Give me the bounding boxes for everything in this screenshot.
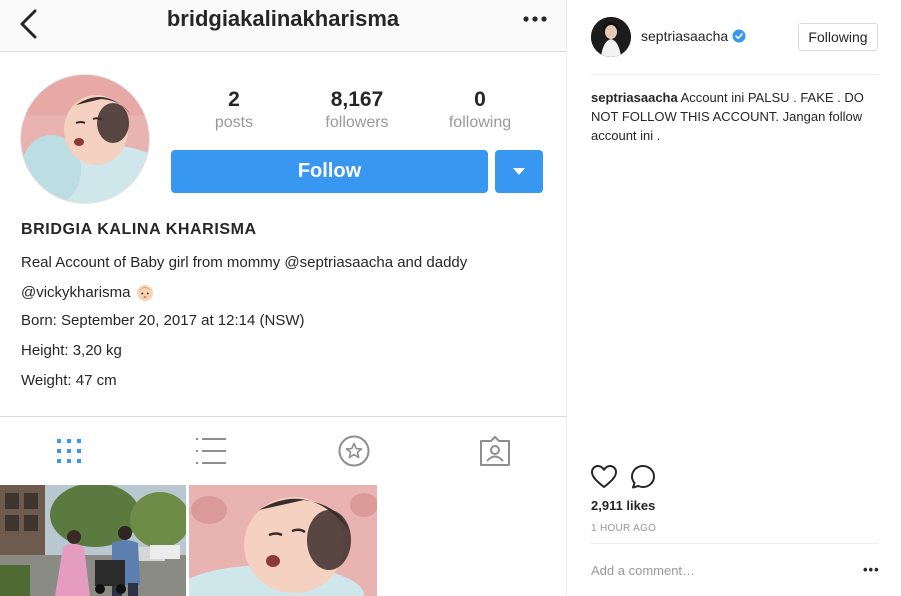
profile-full-name: BRIDGIA KALINA KHARISMA [21,221,257,238]
tab-tagged[interactable] [479,435,511,467]
caption-username[interactable]: septriasaacha [591,90,678,105]
comment-button[interactable] [630,464,656,490]
profile-screenshot: bridgiakalinakharisma 2 posts 8,167 foll… [0,0,566,596]
divider [591,74,879,75]
followers-count: 8,167 [330,88,384,111]
list-icon [196,438,226,464]
posts-label: posts [214,114,254,131]
dropdown-arrow-icon [513,167,525,175]
posts-count: 2 [228,88,240,111]
bio-mention-link[interactable]: @vickykharisma [21,283,130,303]
heart-icon [591,465,617,488]
tagged-icon [480,436,510,466]
profile-top-bar: bridgiakalinakharisma [0,0,566,52]
profile-username-title: bridgiakalinakharisma [166,6,400,31]
bio-line-mention: @vickykharisma [21,283,154,303]
post-timestamp: 1 HOUR AGO [591,523,657,534]
more-options-button[interactable] [520,6,550,32]
more-dots-icon [523,16,547,22]
post-caption: septriasaacha Account ini PALSU . FAKE .… [591,88,871,145]
likes-count[interactable]: 2,911 likes [591,498,655,513]
profile-avatar[interactable] [20,74,150,204]
post-panel: septriasaacha Following septriasaacha Ac… [566,0,901,596]
following-count: 0 [474,88,486,111]
stat-following[interactable]: 0 following [425,88,535,134]
bio-line-height: Height: 3,20 kg [21,342,122,359]
tab-list[interactable] [195,435,227,467]
post-thumbnail[interactable] [0,485,186,596]
bio-line: Real Account of Baby girl from mommy @se… [21,254,468,271]
comment-icon [631,465,655,489]
comment-input[interactable]: Add a comment… [591,563,695,578]
tab-saved[interactable] [338,435,370,467]
post-more-options-button[interactable]: ••• [863,562,880,577]
baby-emoji-icon [137,285,154,301]
bio-line-born: Born: September 20, 2017 at 12:14 (NSW) [21,312,305,329]
follow-dropdown-button[interactable] [495,150,543,193]
family-walk-photo [0,485,186,596]
saved-star-icon [338,435,370,467]
baby-photo [21,75,149,203]
post-author-username[interactable]: septriasaacha [641,28,728,44]
post-thumbnail[interactable] [189,485,377,596]
stat-posts[interactable]: 2 posts [179,88,289,134]
followers-label: followers [325,114,389,131]
like-button[interactable] [591,464,617,490]
post-author-avatar[interactable] [591,17,631,57]
tab-grid[interactable] [53,435,85,467]
bio-line-weight: Weight: 47 cm [21,372,117,389]
verified-icon [732,29,746,43]
stat-followers[interactable]: 8,167 followers [302,88,412,134]
author-photo [591,17,631,57]
follow-button[interactable]: Follow [171,150,488,193]
grid-icon [57,439,81,463]
baby-close-up-photo [189,485,377,596]
post-author-row: septriasaacha [641,28,746,44]
following-button[interactable]: Following [798,23,878,51]
divider [591,543,879,544]
following-label: following [448,114,512,131]
profile-tab-bar [0,416,566,486]
